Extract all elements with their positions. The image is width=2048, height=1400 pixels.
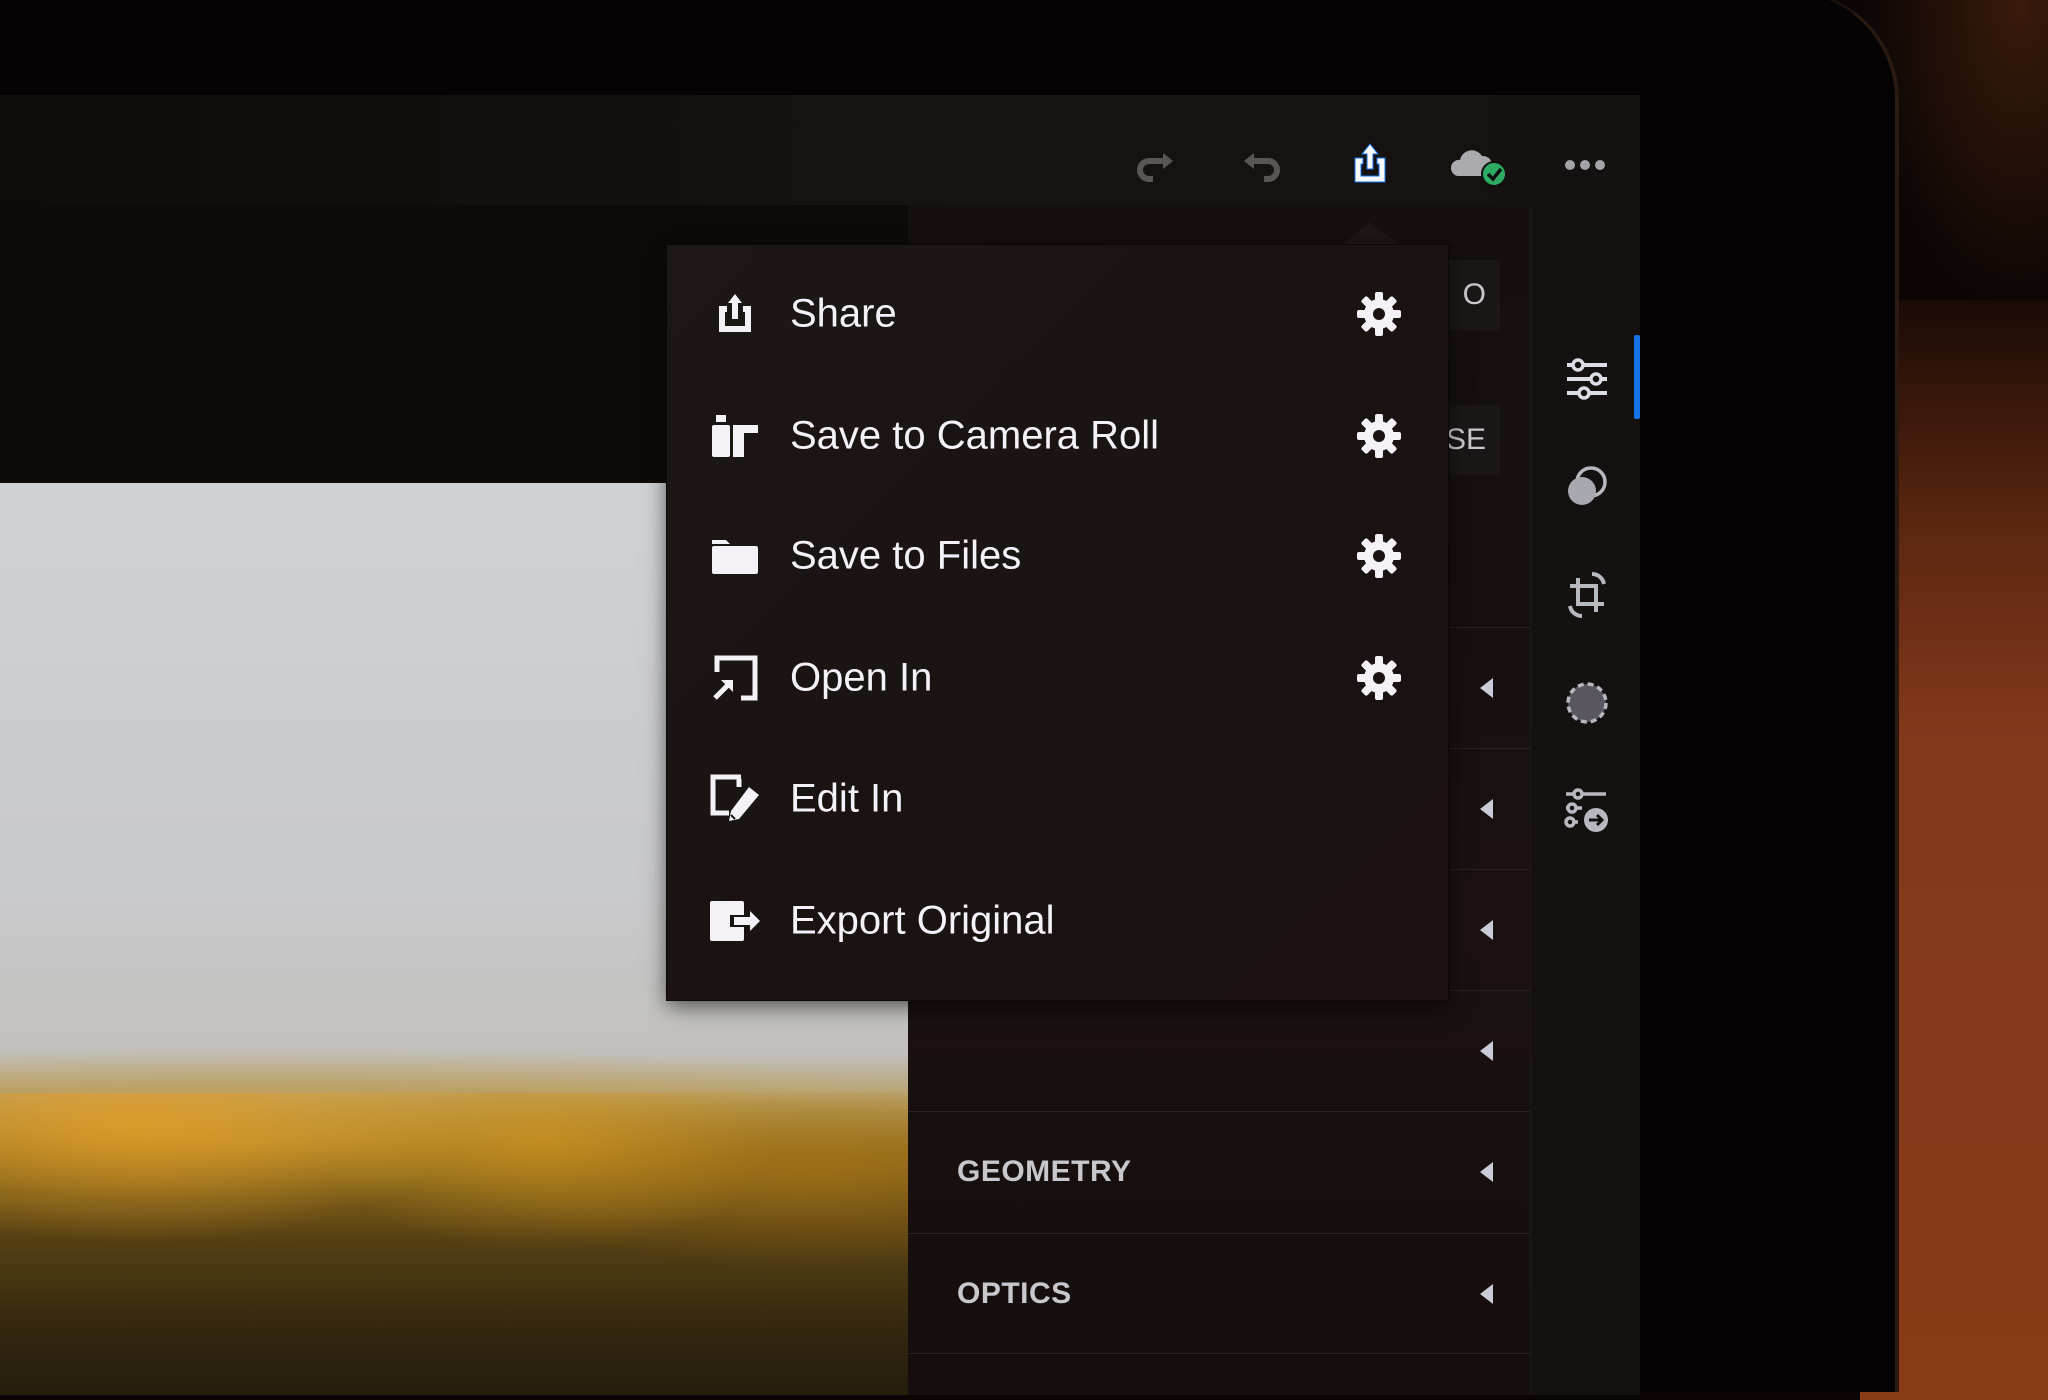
menu-item-label: Export Original: [790, 898, 1055, 943]
section-label-optics: OPTICS: [957, 1276, 1072, 1310]
gear-icon: [1357, 292, 1401, 336]
menu-item-share[interactable]: Share: [667, 253, 1448, 375]
edit-sliders-icon: [1567, 358, 1607, 400]
chevron-left-icon: [1480, 799, 1493, 819]
menu-item-label: Save to Camera Roll: [790, 413, 1160, 458]
chevron-left-icon: [1480, 678, 1493, 698]
menu-item-label: Share: [790, 291, 897, 336]
open-in-settings-button[interactable]: [1352, 651, 1406, 705]
section-label-geometry: GEOMETRY: [957, 1155, 1132, 1188]
photo-grass: [0, 1093, 908, 1395]
sidebar-item-versions[interactable]: [1561, 785, 1613, 837]
panel-auto-label: O: [1462, 278, 1486, 311]
folder-icon: [707, 528, 763, 584]
redo-button[interactable]: [1130, 143, 1180, 187]
sidebar-item-edit[interactable]: [1561, 353, 1613, 405]
chevron-left-icon: [1480, 1041, 1493, 1061]
sidebar-item-masking[interactable]: [1561, 461, 1613, 513]
share-menu-popover: Share Save to Camera Roll Save to Files …: [667, 245, 1448, 1000]
sidebar-item-crop[interactable]: [1561, 569, 1613, 621]
more-icon: [1565, 160, 1605, 170]
cloud-synced-icon: [1450, 150, 1507, 187]
top-toolbar: [0, 95, 1640, 205]
masking-icon: [1568, 466, 1607, 505]
healing-icon: [1566, 682, 1608, 724]
active-tool-indicator: [1634, 335, 1640, 419]
panel-section-4[interactable]: [908, 990, 1530, 1111]
panel-section-geometry[interactable]: GEOMETRY: [908, 1111, 1530, 1232]
panel-section-optics[interactable]: OPTICS: [908, 1233, 1530, 1354]
share-icon: [707, 286, 763, 342]
undo-icon: [1244, 153, 1280, 182]
menu-item-export-original[interactable]: Export Original: [667, 860, 1448, 982]
chevron-left-icon: [1480, 1162, 1493, 1182]
menu-item-open-in[interactable]: Open In: [667, 617, 1448, 739]
chevron-left-icon: [1480, 920, 1493, 940]
more-button[interactable]: [1560, 143, 1610, 187]
undo-button[interactable]: [1237, 143, 1287, 187]
redo-icon: [1137, 153, 1173, 182]
open-in-icon: [707, 650, 763, 706]
tool-sidebar: [1530, 205, 1640, 1395]
menu-item-label: Edit In: [790, 776, 904, 821]
cloud-sync-status[interactable]: [1448, 143, 1510, 187]
share-button[interactable]: [1345, 143, 1395, 187]
sidebar-item-healing[interactable]: [1561, 677, 1613, 729]
menu-item-label: Open In: [790, 655, 933, 700]
files-settings-button[interactable]: [1352, 529, 1406, 583]
menu-item-save-to-files[interactable]: Save to Files: [667, 495, 1448, 617]
share-icon: [1354, 143, 1386, 183]
crop-rotate-icon: [1568, 571, 1606, 619]
gear-icon: [1357, 534, 1401, 578]
camera-roll-icon: [707, 408, 763, 464]
gear-icon: [1357, 656, 1401, 700]
menu-item-save-to-camera-roll[interactable]: Save to Camera Roll: [667, 375, 1448, 497]
export-icon: [707, 893, 763, 949]
share-settings-button[interactable]: [1352, 287, 1406, 341]
camera-roll-settings-button[interactable]: [1352, 409, 1406, 463]
versions-icon: [1564, 788, 1608, 832]
chevron-left-icon: [1480, 1283, 1493, 1304]
menu-caret: [1340, 222, 1400, 246]
edit-in-icon: [707, 771, 763, 827]
menu-item-edit-in[interactable]: Edit In: [667, 738, 1448, 860]
gear-icon: [1357, 414, 1401, 458]
menu-item-label: Save to Files: [790, 533, 1022, 578]
